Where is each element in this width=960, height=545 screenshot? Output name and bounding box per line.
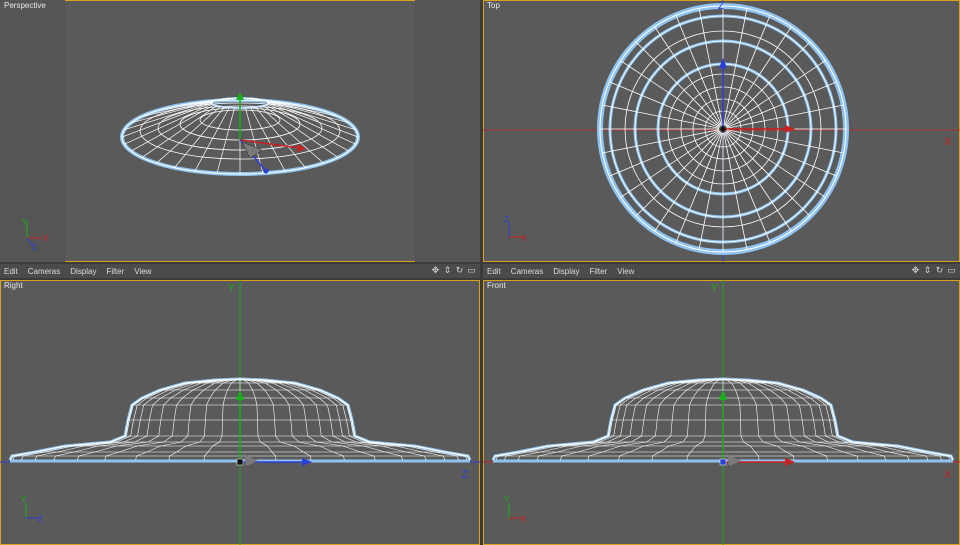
- menu-display[interactable]: Display: [70, 267, 96, 276]
- menu-edit[interactable]: Edit: [4, 267, 18, 276]
- axis-z-label: Z: [32, 243, 37, 252]
- axis-y-label: Y: [22, 218, 28, 227]
- menu-edit[interactable]: Edit: [487, 267, 501, 276]
- menubar-left: Edit Cameras Display Filter View ✥ ⇕ ↻ ▭: [0, 264, 480, 278]
- viewport-right[interactable]: Z Y Y Z Right: [0, 280, 480, 545]
- menu-cameras[interactable]: Cameras: [28, 267, 60, 276]
- move-icon[interactable]: ✥: [911, 265, 920, 276]
- perspective-scene: Y X Z: [22, 92, 360, 252]
- move-icon[interactable]: ✥: [431, 265, 440, 276]
- zoom-icon[interactable]: ⇕: [923, 265, 932, 276]
- axis-y-label-small: Y: [504, 495, 510, 504]
- menu-filter[interactable]: Filter: [589, 267, 607, 276]
- world-axis-indicator: Y X: [504, 495, 527, 524]
- world-axis-indicator: Z X: [504, 215, 527, 243]
- menu-view[interactable]: View: [134, 267, 151, 276]
- maximize-icon[interactable]: ▭: [467, 265, 476, 276]
- rotate-icon[interactable]: ↻: [455, 265, 464, 276]
- axis-x-label-small: X: [521, 234, 527, 243]
- menubar-right: Edit Cameras Display Filter View ✥ ⇕ ↻ ▭: [483, 264, 960, 278]
- viewport-perspective[interactable]: Y X Z Perspective: [0, 0, 480, 262]
- viewport-top[interactable]: X Z Z X Top: [483, 0, 960, 262]
- viewport-label-right: Right: [4, 281, 23, 290]
- zoom-icon[interactable]: ⇕: [443, 265, 452, 276]
- viewport-label-top: Top: [487, 1, 500, 10]
- axis-z-label-small: Z: [504, 215, 509, 224]
- axis-x-label: X: [944, 136, 952, 148]
- axis-z-label-small: Z: [38, 515, 43, 524]
- viewport-label-perspective: Perspective: [4, 1, 46, 10]
- grid-axes: [483, 280, 960, 545]
- menu-display[interactable]: Display: [553, 267, 579, 276]
- right-scene: Z Y Y Z: [0, 280, 480, 545]
- axis-z-label: Z: [718, 1, 724, 12]
- top-scene: X Z Z X: [483, 0, 960, 262]
- world-axis-indicator: Y Z: [21, 495, 43, 524]
- axis-z-label: Z: [462, 469, 469, 481]
- axis-x-label: X: [43, 234, 49, 243]
- menu-view[interactable]: View: [617, 267, 634, 276]
- menu-cameras[interactable]: Cameras: [511, 267, 543, 276]
- world-axis-indicator: Y X Z: [22, 218, 49, 252]
- axis-y-label: Y: [711, 283, 718, 294]
- menu-filter[interactable]: Filter: [106, 267, 124, 276]
- maximize-icon[interactable]: ▭: [947, 265, 956, 276]
- viewport-label-front: Front: [487, 281, 506, 290]
- front-scene: X Y Y X: [483, 280, 960, 545]
- axis-y-label: Y: [228, 283, 235, 294]
- axis-x-label: X: [944, 469, 952, 481]
- axis-x-label-small: X: [521, 515, 527, 524]
- viewport-front[interactable]: X Y Y X Front: [483, 280, 960, 545]
- rotate-icon[interactable]: ↻: [935, 265, 944, 276]
- axis-y-label-small: Y: [21, 495, 27, 504]
